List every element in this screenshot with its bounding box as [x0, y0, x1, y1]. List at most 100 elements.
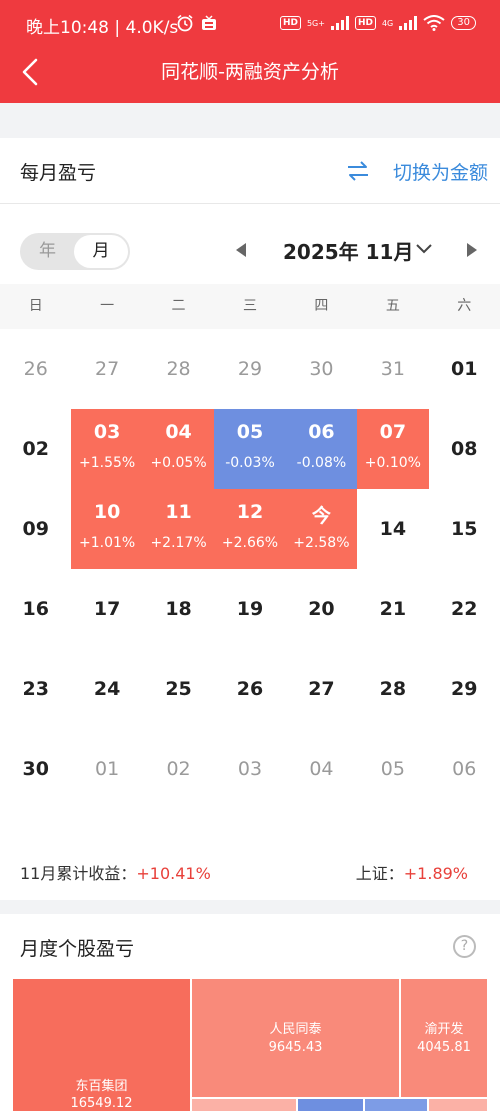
wifi-icon	[423, 15, 445, 31]
weekday-header: 日 一 二 三 四 五 六	[0, 284, 500, 329]
calendar-day-cell[interactable]: 03	[214, 729, 285, 809]
treemap-tile[interactable]	[298, 1099, 363, 1111]
calendar-day-cell[interactable]: 11 +2.17%	[142, 489, 215, 569]
prev-month-arrow-icon[interactable]	[236, 243, 246, 257]
weekday-label: 一	[100, 298, 115, 314]
section-title: 月度个股盈亏	[20, 938, 135, 960]
calendar-day-cell[interactable]: 07 +0.10%	[357, 409, 429, 489]
switch-to-amount-button[interactable]: 切换为金额	[393, 158, 488, 185]
day-number: 07	[379, 421, 407, 443]
calendar-day-cell[interactable]: 06	[429, 729, 500, 809]
stock-value: 4045.81	[417, 1040, 471, 1055]
day-number: 27	[308, 678, 335, 700]
day-number: 01	[451, 358, 478, 380]
month-return-label: 11月累计收益：	[20, 864, 137, 883]
calendar-day-cell[interactable]: 08	[429, 409, 500, 489]
year-month-toggle[interactable]: 年 月	[20, 233, 130, 270]
day-number: 06	[308, 421, 335, 443]
day-number: 26	[23, 358, 48, 380]
calendar-day-cell[interactable]: 05 -0.03%	[214, 409, 286, 489]
calendar-day-cell[interactable]: 23	[0, 649, 71, 729]
calendar-day-cell[interactable]: 02	[143, 729, 214, 809]
day-number: 05	[380, 758, 405, 780]
stock-name: 人民同泰	[269, 1022, 322, 1037]
calendar-day-cell[interactable]: 26	[0, 329, 71, 409]
calendar-day-cell[interactable]: 22	[429, 569, 500, 649]
day-number: 29	[237, 358, 263, 380]
network-5g-label: 5G+	[306, 18, 325, 28]
day-number: 10	[93, 501, 121, 523]
calendar-day-cell[interactable]: 04 +0.05%	[142, 409, 215, 489]
day-number: 23	[22, 678, 49, 700]
calendar-day-cell[interactable]: 27	[71, 329, 142, 409]
day-number: 29	[451, 678, 478, 700]
calendar-day-cell[interactable]: 19	[214, 569, 285, 649]
day-number: 今	[311, 505, 331, 527]
status-time: 晚上10:48 | 4.0K/s	[26, 18, 179, 38]
help-icon[interactable]: ?	[453, 935, 476, 958]
calendar-day-cell[interactable]: 27	[286, 649, 357, 729]
day-number: 03	[93, 421, 121, 443]
treemap-tile[interactable]: 渝开发 4045.81	[401, 979, 487, 1097]
calendar-day-cell[interactable]: 31	[357, 329, 428, 409]
weekday-label: 三	[242, 298, 257, 314]
status-icons: HD 5G+ HD 4G 30	[279, 12, 476, 34]
calendar-day-cell[interactable]: 12 +2.66%	[214, 489, 286, 569]
index-return-summary: 上证：+1.89%	[356, 860, 468, 884]
calendar-day-cell[interactable]: 29	[214, 329, 285, 409]
calendar-day-cell[interactable]: 26	[214, 649, 285, 729]
treemap-tile[interactable]: 东百集团 16549.12	[13, 979, 190, 1111]
calendar-day-cell[interactable]: 01	[71, 729, 142, 809]
calendar-day-cell[interactable]: 02	[0, 409, 71, 489]
stock-name: 东百集团	[75, 1079, 128, 1094]
calendar-day-cell[interactable]: 14	[357, 489, 428, 569]
calendar-day-cell[interactable]: 15	[429, 489, 500, 569]
treemap-tile[interactable]: 人民同泰 9645.43	[192, 979, 399, 1097]
next-month-arrow-icon[interactable]	[467, 243, 477, 257]
calendar-day-cell[interactable]: 03 +1.55%	[71, 409, 143, 489]
calendar-day-cell[interactable]: 05	[357, 729, 428, 809]
treemap-tile[interactable]	[429, 1099, 487, 1111]
toggle-year[interactable]: 年	[20, 233, 75, 270]
calendar-day-cell[interactable]: 10 +1.01%	[71, 489, 143, 569]
month-selector[interactable]: 2025年 11月	[283, 236, 413, 265]
calendar-day-cell[interactable]: 30	[0, 729, 71, 809]
calendar-day-cell[interactable]: 21	[357, 569, 428, 649]
day-number: 22	[451, 598, 478, 620]
day-return: +0.05%	[150, 455, 207, 471]
calendar-day-cell[interactable]: 09	[0, 489, 71, 569]
network-4g-label: 4G	[381, 18, 394, 28]
day-number: 11	[165, 501, 192, 523]
signal-icon	[330, 16, 349, 30]
calendar-day-cell[interactable]: 06 -0.08%	[285, 409, 358, 489]
day-number: 02	[166, 758, 191, 780]
calendar-day-cell[interactable]: 今 +2.58%	[285, 489, 358, 569]
hd-badge: HD	[279, 16, 301, 30]
calendar-day-cell[interactable]: 04	[286, 729, 357, 809]
treemap-tile[interactable]	[192, 1099, 296, 1111]
day-number: 27	[95, 358, 120, 380]
day-number: 05	[236, 421, 264, 443]
day-number: 26	[236, 678, 264, 700]
calendar-day-cell[interactable]: 16	[0, 569, 71, 649]
calendar-day-cell[interactable]: 28	[357, 649, 428, 729]
section-title: 每月盈亏	[20, 162, 97, 184]
signal-icon-2	[399, 16, 418, 30]
calendar-day-cell[interactable]: 20	[286, 569, 357, 649]
day-number: 20	[308, 598, 335, 620]
calendar-day-cell[interactable]: 24	[71, 649, 142, 729]
calendar-day-cell[interactable]: 17	[71, 569, 142, 649]
calendar-day-cell[interactable]: 18	[143, 569, 214, 649]
switch-icon[interactable]	[345, 160, 371, 182]
calendar-day-cell[interactable]: 25	[143, 649, 214, 729]
treemap-tile[interactable]	[365, 1099, 427, 1111]
calendar-day-cell[interactable]: 30	[286, 329, 357, 409]
chevron-down-icon[interactable]	[414, 242, 434, 256]
toggle-month[interactable]: 月	[74, 235, 128, 268]
calendar-day-cell[interactable]: 01	[429, 329, 500, 409]
calendar-day-cell[interactable]: 28	[143, 329, 214, 409]
calendar-day-cell[interactable]: 29	[429, 649, 500, 729]
day-return: +1.01%	[79, 535, 136, 551]
stock-name: 渝开发	[424, 1022, 464, 1037]
weekday-label: 四	[314, 298, 329, 314]
